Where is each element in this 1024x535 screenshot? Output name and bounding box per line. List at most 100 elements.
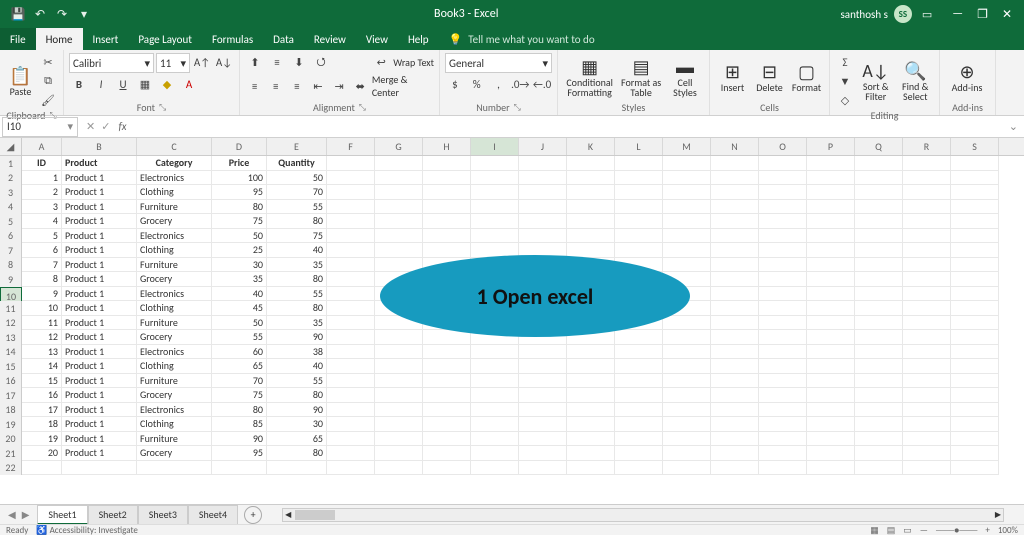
cell[interactable] bbox=[663, 330, 711, 345]
find-select-button[interactable]: 🔍Find & Select bbox=[897, 60, 935, 102]
cell[interactable]: 2 bbox=[22, 185, 62, 200]
cell[interactable] bbox=[951, 432, 999, 447]
row-header[interactable]: 21 bbox=[0, 446, 22, 461]
cell[interactable] bbox=[375, 171, 423, 186]
sheet-tab-sheet4[interactable]: Sheet4 bbox=[188, 505, 238, 525]
cell[interactable]: 55 bbox=[212, 330, 267, 345]
cell[interactable] bbox=[759, 258, 807, 273]
tab-insert[interactable]: Insert bbox=[83, 28, 129, 50]
cell[interactable] bbox=[471, 185, 519, 200]
cell[interactable] bbox=[471, 156, 519, 171]
cell[interactable] bbox=[375, 229, 423, 244]
tab-file[interactable]: File bbox=[0, 28, 36, 50]
cell[interactable] bbox=[567, 374, 615, 389]
cell[interactable] bbox=[903, 403, 951, 418]
cell[interactable] bbox=[807, 229, 855, 244]
cell[interactable] bbox=[855, 359, 903, 374]
addins-button[interactable]: ⊕Add-ins bbox=[945, 61, 989, 93]
cell[interactable] bbox=[62, 461, 137, 476]
cell[interactable] bbox=[663, 171, 711, 186]
cell[interactable] bbox=[471, 432, 519, 447]
align-middle-icon[interactable]: ≡ bbox=[267, 53, 287, 71]
row-header[interactable]: 3 bbox=[0, 185, 22, 200]
new-sheet-button[interactable]: + bbox=[244, 506, 262, 524]
cell[interactable] bbox=[855, 200, 903, 215]
cell[interactable]: 80 bbox=[267, 446, 327, 461]
cell[interactable]: 45 bbox=[212, 301, 267, 316]
cell[interactable] bbox=[903, 243, 951, 258]
cell[interactable] bbox=[951, 388, 999, 403]
cell[interactable] bbox=[327, 301, 375, 316]
cell[interactable] bbox=[519, 388, 567, 403]
cell[interactable] bbox=[903, 374, 951, 389]
cell[interactable]: Product 1 bbox=[62, 417, 137, 432]
cell[interactable]: Quantity bbox=[267, 156, 327, 171]
cell[interactable] bbox=[951, 287, 999, 302]
fill-icon[interactable]: ▼ bbox=[835, 72, 855, 90]
name-box[interactable]: I10▾ bbox=[2, 117, 78, 137]
sheet-nav-prev-icon[interactable]: ◀ bbox=[8, 508, 16, 521]
font-color-icon[interactable]: A bbox=[179, 75, 199, 93]
cell[interactable] bbox=[567, 388, 615, 403]
cell[interactable] bbox=[519, 359, 567, 374]
column-header-N[interactable]: N bbox=[711, 138, 759, 155]
column-header-S[interactable]: S bbox=[951, 138, 999, 155]
cell[interactable]: 25 bbox=[212, 243, 267, 258]
cell[interactable] bbox=[855, 345, 903, 360]
cell[interactable]: 65 bbox=[212, 359, 267, 374]
tab-data[interactable]: Data bbox=[263, 28, 304, 50]
tab-review[interactable]: Review bbox=[304, 28, 356, 50]
cell[interactable] bbox=[711, 432, 759, 447]
cell[interactable]: 7 bbox=[22, 258, 62, 273]
cell[interactable] bbox=[615, 345, 663, 360]
qat-customize-icon[interactable]: ▾ bbox=[76, 7, 92, 22]
cell[interactable] bbox=[375, 359, 423, 374]
cell[interactable]: Product 1 bbox=[62, 287, 137, 302]
cell[interactable] bbox=[903, 345, 951, 360]
cell[interactable] bbox=[327, 403, 375, 418]
format-painter-icon[interactable]: 🖌 bbox=[38, 91, 58, 109]
cell[interactable] bbox=[375, 403, 423, 418]
column-header-O[interactable]: O bbox=[759, 138, 807, 155]
cell[interactable] bbox=[951, 316, 999, 331]
cell[interactable] bbox=[807, 374, 855, 389]
cell[interactable] bbox=[759, 287, 807, 302]
cell[interactable] bbox=[423, 388, 471, 403]
cell[interactable] bbox=[471, 200, 519, 215]
cell[interactable] bbox=[615, 374, 663, 389]
cell[interactable]: 12 bbox=[22, 330, 62, 345]
wrap-text-button[interactable]: Wrap Text bbox=[393, 56, 434, 69]
cell[interactable] bbox=[807, 301, 855, 316]
cell[interactable]: Product 1 bbox=[62, 272, 137, 287]
cell[interactable] bbox=[375, 214, 423, 229]
cell[interactable] bbox=[519, 156, 567, 171]
cell[interactable]: 80 bbox=[267, 272, 327, 287]
maximize-icon[interactable]: ❐ bbox=[977, 7, 988, 22]
italic-button[interactable]: I bbox=[91, 75, 111, 93]
cell[interactable] bbox=[327, 287, 375, 302]
column-header-D[interactable]: D bbox=[212, 138, 267, 155]
row-header[interactable]: 19 bbox=[0, 417, 22, 432]
tab-home[interactable]: Home bbox=[36, 28, 83, 50]
cell[interactable] bbox=[327, 229, 375, 244]
cell[interactable]: Price bbox=[212, 156, 267, 171]
cell[interactable] bbox=[375, 243, 423, 258]
cell[interactable]: Product 1 bbox=[62, 316, 137, 331]
cell[interactable] bbox=[951, 243, 999, 258]
cell[interactable] bbox=[375, 185, 423, 200]
row-header[interactable]: 22 bbox=[0, 461, 22, 476]
cell[interactable] bbox=[855, 272, 903, 287]
cell[interactable] bbox=[759, 403, 807, 418]
cell[interactable]: Electronics bbox=[137, 403, 212, 418]
cell[interactable] bbox=[327, 432, 375, 447]
copy-icon[interactable]: ⧉ bbox=[38, 72, 58, 90]
increase-decimal-icon[interactable]: .0→ bbox=[510, 75, 530, 93]
ribbon-options-icon[interactable]: ▭ bbox=[922, 8, 932, 21]
column-header-A[interactable]: A bbox=[22, 138, 62, 155]
cell[interactable]: 11 bbox=[22, 316, 62, 331]
cell[interactable] bbox=[711, 171, 759, 186]
cell[interactable] bbox=[759, 185, 807, 200]
row-header[interactable]: 11 bbox=[0, 301, 22, 316]
cell[interactable]: Grocery bbox=[137, 214, 212, 229]
cell[interactable] bbox=[567, 461, 615, 476]
